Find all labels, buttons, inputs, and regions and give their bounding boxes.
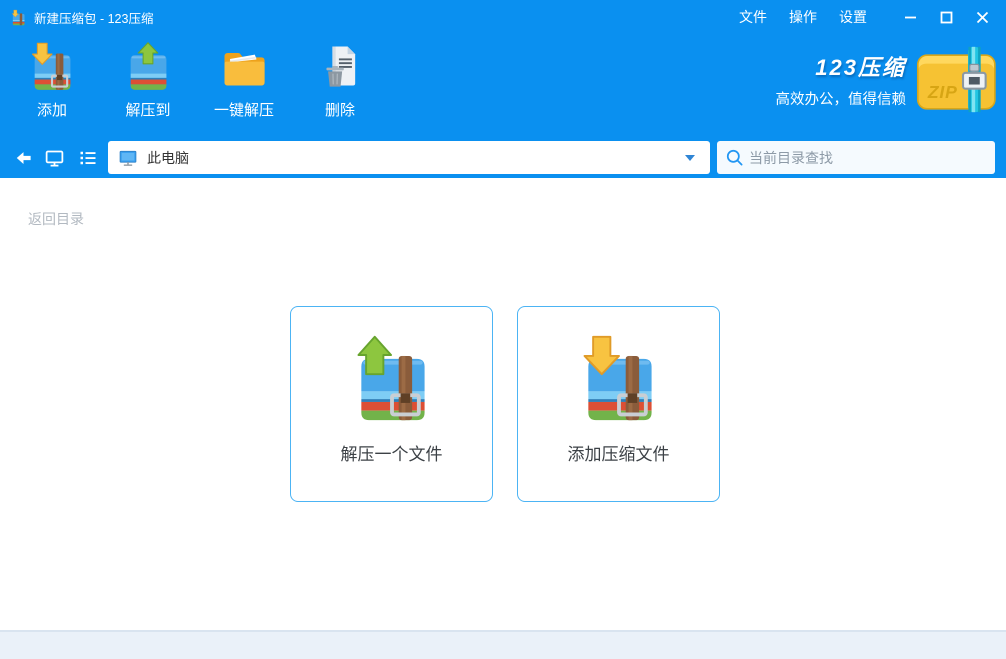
close-button[interactable] — [964, 2, 1000, 32]
minimize-icon — [904, 11, 917, 24]
toolbar-one-click-extract-button[interactable]: 一键解压 — [196, 40, 292, 120]
statusbar — [0, 630, 1006, 659]
close-icon — [976, 11, 989, 24]
search-input[interactable] — [749, 150, 987, 166]
minimize-button[interactable] — [892, 2, 928, 32]
brand-name: 123压缩 — [815, 50, 906, 82]
maximize-button[interactable] — [928, 2, 964, 32]
this-pc-icon — [117, 148, 139, 168]
brand-slogan: 高效办公，值得信赖 — [776, 88, 907, 109]
delete-icon — [314, 40, 366, 92]
toolbar-extract-to-label: 解压到 — [125, 99, 170, 120]
titlebar: 新建压缩包 - 123压缩 文件 操作 设置 — [0, 0, 1006, 34]
main-content: 返回目录 解压一个文件 — [0, 178, 1006, 630]
back-arrow-icon[interactable] — [14, 149, 33, 168]
add-archive-file-label: 添加压缩文件 — [568, 440, 670, 465]
toolbar-delete-label: 删除 — [325, 99, 355, 120]
window-title: 新建压缩包 - 123压缩 — [34, 8, 153, 27]
archive-extract-icon — [346, 332, 438, 424]
toolbar-extract-to-button[interactable]: 解压到 — [100, 40, 196, 120]
toolbar-delete-button[interactable]: 删除 — [292, 40, 388, 120]
toolbar-one-click-extract-label: 一键解压 — [214, 99, 274, 120]
app-window: 新建压缩包 - 123压缩 文件 操作 设置 — [0, 0, 1006, 659]
archive-extract-icon — [122, 40, 174, 92]
search-icon — [725, 148, 744, 167]
maximize-icon — [940, 11, 953, 24]
search-box — [717, 141, 995, 174]
app-archive-icon — [10, 9, 27, 26]
extract-one-file-card[interactable]: 解压一个文件 — [290, 306, 493, 502]
computer-view-icon[interactable] — [44, 148, 65, 169]
menu-actions[interactable]: 操作 — [778, 7, 828, 27]
zip-folder-icon: ZIP — [915, 46, 1001, 113]
toolbar-add-button[interactable]: 添加 — [4, 40, 100, 120]
brand-block: 123压缩 高效办公，值得信赖 ZIP — [776, 46, 1002, 113]
svg-text:ZIP: ZIP — [927, 82, 958, 102]
menu-file[interactable]: 文件 — [728, 7, 778, 27]
addressbar: 此电脑 — [0, 138, 1006, 178]
back-to-directory-link[interactable]: 返回目录 — [28, 209, 84, 229]
chevron-down-icon[interactable] — [685, 155, 695, 161]
address-location-label: 此电脑 — [147, 148, 189, 168]
list-view-icon[interactable] — [78, 148, 98, 168]
add-archive-file-card[interactable]: 添加压缩文件 — [517, 306, 720, 502]
toolbar-add-label: 添加 — [37, 99, 67, 120]
toolbar: 添加 解压到 — [0, 34, 1006, 138]
folder-icon — [218, 40, 270, 92]
menu-settings[interactable]: 设置 — [828, 7, 878, 27]
address-dropdown[interactable]: 此电脑 — [108, 141, 710, 174]
archive-add-icon — [573, 332, 665, 424]
archive-add-icon — [26, 40, 78, 92]
extract-one-file-label: 解压一个文件 — [341, 440, 443, 465]
